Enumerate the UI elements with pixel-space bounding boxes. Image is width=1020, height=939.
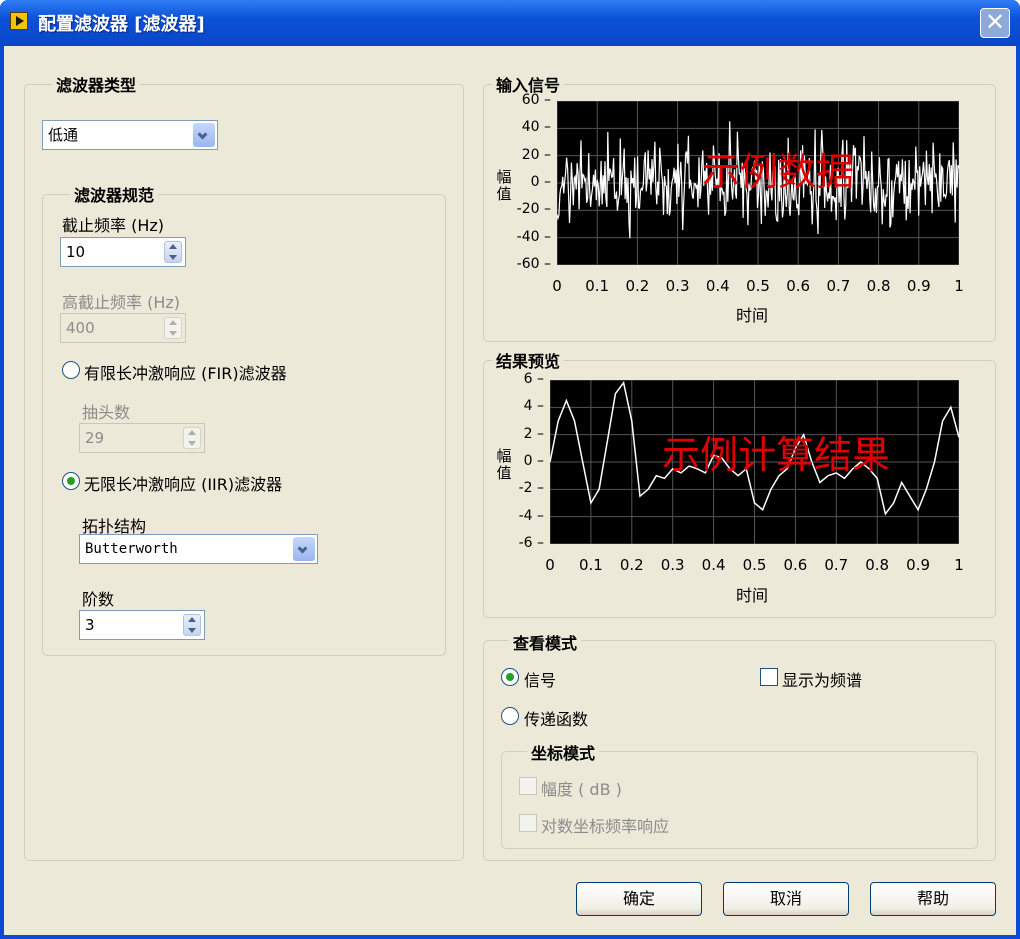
y-tick-label: 6 – <box>523 371 544 387</box>
dialog-body: 滤波器类型 低通 滤波器规范 截止频率 (Hz) 10 高截止频率 (Hz) 4… <box>4 46 1016 935</box>
fir-filter-label[interactable]: 有限长冲激响应 (FIR)滤波器 <box>84 360 287 384</box>
taps-label: 抽头数 <box>82 403 131 422</box>
x-tick-label: 0.4 <box>701 556 726 574</box>
x-tick-label: 0.6 <box>786 277 811 295</box>
y-tick-label: 2 – <box>523 425 544 442</box>
x-tick-label: 0.8 <box>866 277 891 295</box>
x-tick-label: 0.6 <box>783 556 808 574</box>
y-tick-label: 60 – <box>521 92 551 108</box>
filter-type-select[interactable]: 低通 <box>42 120 218 150</box>
iir-filter-radio[interactable] <box>62 472 80 490</box>
close-icon: ✕ <box>984 8 1006 36</box>
ok-button[interactable]: 确定 <box>576 882 702 916</box>
input-watermark: 示例数据 <box>702 150 855 194</box>
order-label: 阶数 <box>82 590 115 609</box>
help-button[interactable]: 帮助 <box>870 882 996 916</box>
magnitude-db-checkbox[interactable] <box>519 777 537 795</box>
show-spectrum-checkbox[interactable] <box>760 668 778 686</box>
y-tick-label: 4 – <box>523 398 544 415</box>
chevron-down-icon[interactable] <box>193 123 215 147</box>
x-tick-label: 0.9 <box>906 277 931 295</box>
result-preview-title: 结果预览 <box>493 348 564 372</box>
spinner-arrows-icon[interactable] <box>164 241 182 263</box>
cancel-button[interactable]: 取消 <box>723 882 849 916</box>
close-button[interactable]: ✕ <box>980 8 1010 38</box>
spinner-arrows-icon[interactable] <box>183 614 201 636</box>
signal-radio[interactable] <box>501 668 519 686</box>
input-y-label: 幅值 <box>496 168 512 203</box>
x-tick-label: 0.1 <box>585 277 610 295</box>
spinner-arrows-icon[interactable] <box>164 317 182 339</box>
high-cutoff-freq-label: 高截止频率 (Hz) <box>62 293 181 312</box>
high-cutoff-freq-value: 400 <box>66 319 95 337</box>
cutoff-freq-label: 截止频率 (Hz) <box>62 216 165 235</box>
x-tick-label: 0.8 <box>865 556 890 574</box>
x-tick-label: 1 <box>954 277 964 295</box>
x-tick-label: 0.3 <box>660 556 685 574</box>
x-tick-label: 0.7 <box>826 277 851 295</box>
magnitude-db-label[interactable]: 幅度 ( dB ) <box>541 776 622 800</box>
x-tick-label: 0.2 <box>625 277 650 295</box>
x-tick-label: 0.9 <box>906 556 931 574</box>
taps-value: 29 <box>85 429 105 447</box>
y-tick-label: -20 – <box>516 201 551 218</box>
transfer-function-label[interactable]: 传递函数 <box>524 706 588 730</box>
filter-spec-label: 滤波器规范 <box>70 182 159 206</box>
order-stepper[interactable]: 3 <box>79 610 205 640</box>
view-mode-label: 查看模式 <box>509 630 582 654</box>
chevron-down-icon[interactable] <box>293 537 315 561</box>
y-tick-label: -40 – <box>516 228 551 245</box>
result-x-label: 时间 <box>736 586 769 605</box>
filter-type-label: 滤波器类型 <box>52 72 141 96</box>
x-tick-label: 1 <box>954 556 964 574</box>
topology-select[interactable]: Butterworth <box>79 534 318 564</box>
taps-stepper[interactable]: 29 <box>79 423 205 453</box>
dialog-window: 配置滤波器 [滤波器] ✕ 滤波器类型 低通 滤波器规范 截止频率 (Hz) 1… <box>0 0 1020 939</box>
signal-label[interactable]: 信号 <box>524 667 556 691</box>
filter-type-value: 低通 <box>48 126 79 144</box>
y-tick-label: -4 – <box>518 507 544 524</box>
x-tick-label: 0.4 <box>705 277 730 295</box>
x-tick-label: 0.5 <box>742 556 767 574</box>
transfer-function-radio[interactable] <box>501 707 519 725</box>
x-tick-label: 0.3 <box>665 277 690 295</box>
y-tick-label: -60 – <box>516 256 551 272</box>
input-signal-plot: 示例数据 <box>557 101 959 265</box>
axis-mode-label: 坐标模式 <box>527 740 600 764</box>
input-x-label: 时间 <box>736 306 769 325</box>
x-tick-label: 0.2 <box>619 556 644 574</box>
y-tick-label: -6 – <box>518 535 544 551</box>
x-tick-label: 0.5 <box>746 277 770 295</box>
log-freq-label[interactable]: 对数坐标频率响应 <box>541 813 669 837</box>
cutoff-freq-stepper[interactable]: 10 <box>60 237 186 267</box>
labview-app-icon <box>10 12 28 30</box>
order-value: 3 <box>85 616 95 634</box>
x-tick-label: 0 <box>545 556 555 574</box>
result-preview-plot: 示例计算结果 <box>550 380 959 544</box>
y-tick-label: -2 – <box>518 480 544 497</box>
y-tick-label: 40 – <box>521 119 551 136</box>
y-tick-label: 20 – <box>521 146 551 163</box>
show-spectrum-label[interactable]: 显示为频谱 <box>782 667 862 691</box>
x-tick-label: 0 <box>552 277 562 295</box>
high-cutoff-freq-stepper[interactable]: 400 <box>60 313 186 343</box>
window-title: 配置滤波器 [滤波器] <box>38 14 205 35</box>
log-freq-checkbox[interactable] <box>519 814 537 832</box>
x-tick-label: 0.1 <box>578 556 603 574</box>
x-tick-label: 0.7 <box>824 556 849 574</box>
topology-value: Butterworth <box>85 541 178 557</box>
cutoff-freq-value: 10 <box>66 243 86 261</box>
title-bar[interactable]: 配置滤波器 [滤波器] ✕ <box>0 0 1020 46</box>
result-y-label: 幅值 <box>496 447 512 482</box>
fir-filter-radio[interactable] <box>62 361 80 379</box>
iir-filter-label[interactable]: 无限长冲激响应 (IIR)滤波器 <box>84 471 282 495</box>
result-watermark: 示例计算结果 <box>662 433 891 477</box>
spinner-arrows-icon[interactable] <box>183 427 201 449</box>
